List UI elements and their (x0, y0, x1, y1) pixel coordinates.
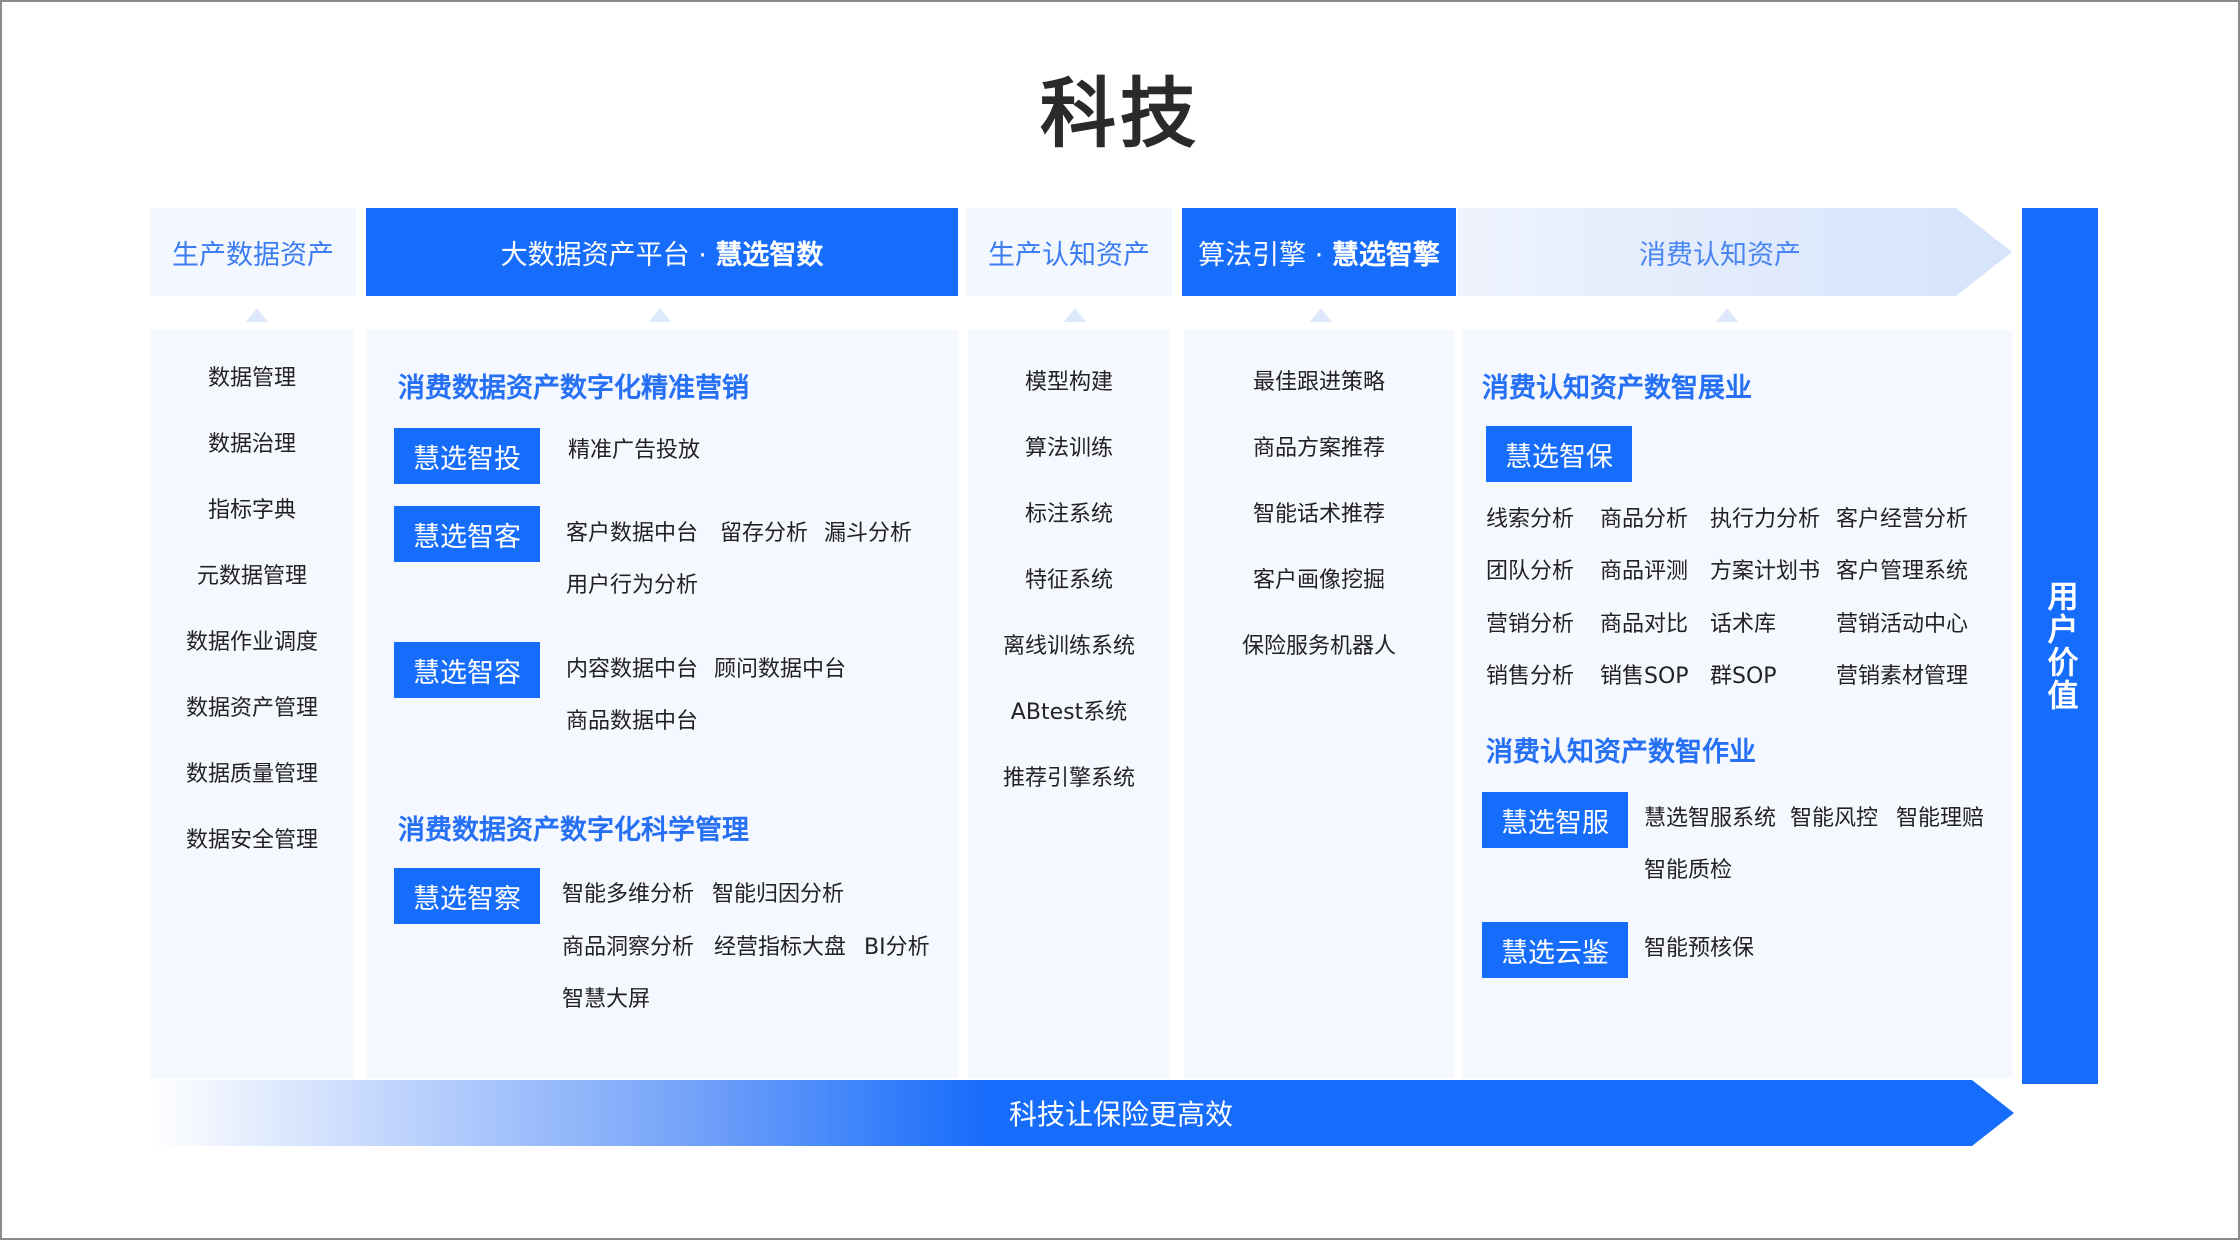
feature-tag: 商品分析 (1600, 507, 1689, 532)
header-label: 消费认知资产 (1639, 239, 1801, 271)
header-label-bold: 慧选智擎 (1331, 239, 1440, 271)
header-big-data-platform: 大数据资产平台 · 慧选智数 (366, 208, 958, 296)
feature-tag: 销售SOP (1600, 664, 1689, 689)
feature-tag: 智能预核保 (1644, 936, 1755, 961)
notch-marker (1064, 308, 1086, 322)
feature-tag: 执行力分析 (1710, 507, 1821, 532)
feature-tag: 话术库 (1710, 612, 1777, 637)
feature-tag: 营销活动中心 (1836, 612, 1969, 637)
list-item: 数据资产管理 (185, 696, 318, 721)
list-item: 数据安全管理 (185, 828, 318, 853)
feature-tag: 营销分析 (1486, 612, 1575, 637)
item-list: 最佳跟进策略 商品方案推荐 智能话术推荐 客户画像挖掘 保险服务机器人 (1184, 350, 1454, 680)
feature-tag: 商品评测 (1600, 559, 1689, 584)
list-item: 离线训练系统 (1002, 634, 1135, 659)
feature-tag: 销售分析 (1486, 664, 1575, 689)
feature-tag: 智能多维分析 (562, 882, 695, 907)
header-algorithm-engine: 算法引擎 · 慧选智擎 (1182, 208, 1456, 296)
feature-tag: 智能风控 (1790, 806, 1879, 831)
item-list: 数据管理 数据治理 指标字典 元数据管理 数据作业调度 数据资产管理 数据质量管… (150, 346, 354, 874)
feature-tag: 用户行为分析 (566, 573, 699, 598)
product-button-zhitou[interactable]: 慧选智投 (394, 428, 540, 484)
list-item: 模型构建 (1024, 370, 1113, 395)
header-label: 生产认知资产 (988, 239, 1150, 271)
feature-tag: 经营指标大盘 (714, 935, 847, 960)
page-title: 科技 (1040, 69, 1200, 158)
notch-marker (246, 308, 268, 322)
header-label: 大数据资产平台 · (500, 239, 707, 271)
feature-tag: 顾问数据中台 (714, 657, 847, 682)
list-item: 数据治理 (207, 432, 296, 457)
feature-tag: 智慧大屏 (562, 987, 651, 1012)
feature-tag: 漏斗分析 (824, 521, 913, 546)
list-item: 最佳跟进策略 (1252, 370, 1385, 395)
list-item: 标注系统 (1024, 502, 1113, 527)
section-title: 消费认知资产数智作业 (1486, 737, 1756, 768)
feature-tag: 商品数据中台 (566, 709, 699, 734)
column-algorithm-engine: 最佳跟进策略 商品方案推荐 智能话术推荐 客户画像挖掘 保险服务机器人 (1184, 330, 1454, 1078)
header-production-data-assets: 生产数据资产 (150, 208, 356, 296)
list-item: 保险服务机器人 (1241, 634, 1396, 659)
feature-tag: 商品洞察分析 (562, 935, 695, 960)
section-title: 消费数据资产数字化精准营销 (398, 373, 749, 404)
list-item: 商品方案推荐 (1252, 436, 1385, 461)
product-button-zhibao[interactable]: 慧选智保 (1486, 426, 1632, 482)
list-item: 智能话术推荐 (1252, 502, 1385, 527)
bottom-arrow-banner: 科技让保险更高效 (150, 1080, 2014, 1146)
list-item: 指标字典 (207, 498, 296, 523)
user-value-label: 用户价值 (2041, 580, 2078, 712)
column-consumer-cognitive-assets: 消费认知资产数智展业 慧选智保 线索分析 商品分析 执行力分析 客户经营分析 团… (1462, 330, 2012, 1078)
product-button-zhicha[interactable]: 慧选智察 (394, 868, 540, 924)
header-production-cognitive-assets: 生产认知资产 (966, 208, 1172, 296)
notch-marker (649, 308, 671, 322)
feature-tag: 留存分析 (720, 521, 809, 546)
feature-tag: 群SOP (1710, 664, 1777, 689)
list-item: ABtest系统 (1010, 700, 1128, 725)
feature-tag: 客户管理系统 (1836, 559, 1969, 584)
feature-tag: 方案计划书 (1710, 559, 1821, 584)
list-item: 数据管理 (207, 366, 296, 391)
feature-tag: 商品对比 (1600, 612, 1689, 637)
list-item: 元数据管理 (196, 564, 307, 589)
header-label-bold: 慧选智数 (715, 239, 824, 271)
notch-marker (1310, 308, 1332, 322)
feature-tag: 营销素材管理 (1836, 664, 1969, 689)
list-item: 特征系统 (1024, 568, 1113, 593)
feature-tag: 智能理赔 (1896, 806, 1985, 831)
product-button-zhirong[interactable]: 慧选智容 (394, 642, 540, 698)
header-label: 生产数据资产 (172, 239, 334, 271)
feature-tag: 团队分析 (1486, 559, 1575, 584)
feature-tag: 智能归因分析 (712, 882, 845, 907)
list-item: 客户画像挖掘 (1252, 568, 1385, 593)
column-production-data-assets: 数据管理 数据治理 指标字典 元数据管理 数据作业调度 数据资产管理 数据质量管… (150, 330, 354, 1078)
feature-tag: 客户数据中台 (566, 521, 699, 546)
feature-tag: 线索分析 (1486, 507, 1575, 532)
feature-tag: 客户经营分析 (1836, 507, 1969, 532)
feature-tag: 智能质检 (1644, 858, 1733, 883)
column-production-cognitive-assets: 模型构建 算法训练 标注系统 特征系统 离线训练系统 ABtest系统 推荐引擎… (968, 330, 1170, 1078)
column-big-data-platform: 消费数据资产数字化精准营销 慧选智投 精准广告投放 慧选智客 客户数据中台 留存… (366, 330, 958, 1078)
list-item: 推荐引擎系统 (1002, 766, 1135, 791)
user-value-bar: 用户价值 (2022, 208, 2098, 1084)
feature-tag: BI分析 (864, 935, 930, 960)
feature-tag: 内容数据中台 (566, 657, 699, 682)
item-list: 模型构建 算法训练 标注系统 特征系统 离线训练系统 ABtest系统 推荐引擎… (968, 350, 1170, 812)
product-button-zhifu[interactable]: 慧选智服 (1482, 792, 1628, 848)
feature-tag: 精准广告投放 (568, 438, 701, 463)
header-label: 算法引擎 · (1198, 239, 1324, 271)
list-item: 数据质量管理 (185, 762, 318, 787)
section-title: 消费数据资产数字化科学管理 (398, 815, 749, 846)
feature-tag: 慧选智服系统 (1644, 806, 1777, 831)
list-item: 数据作业调度 (185, 630, 318, 655)
section-title: 消费认知资产数智展业 (1482, 373, 1752, 404)
product-button-zhike[interactable]: 慧选智客 (394, 506, 540, 562)
bottom-label: 科技让保险更高效 (1008, 1098, 1233, 1131)
header-consumer-cognitive-assets: 消费认知资产 (1458, 208, 2012, 296)
product-button-yunjian[interactable]: 慧选云鉴 (1482, 922, 1628, 978)
list-item: 算法训练 (1024, 436, 1113, 461)
notch-marker (1716, 308, 1738, 322)
